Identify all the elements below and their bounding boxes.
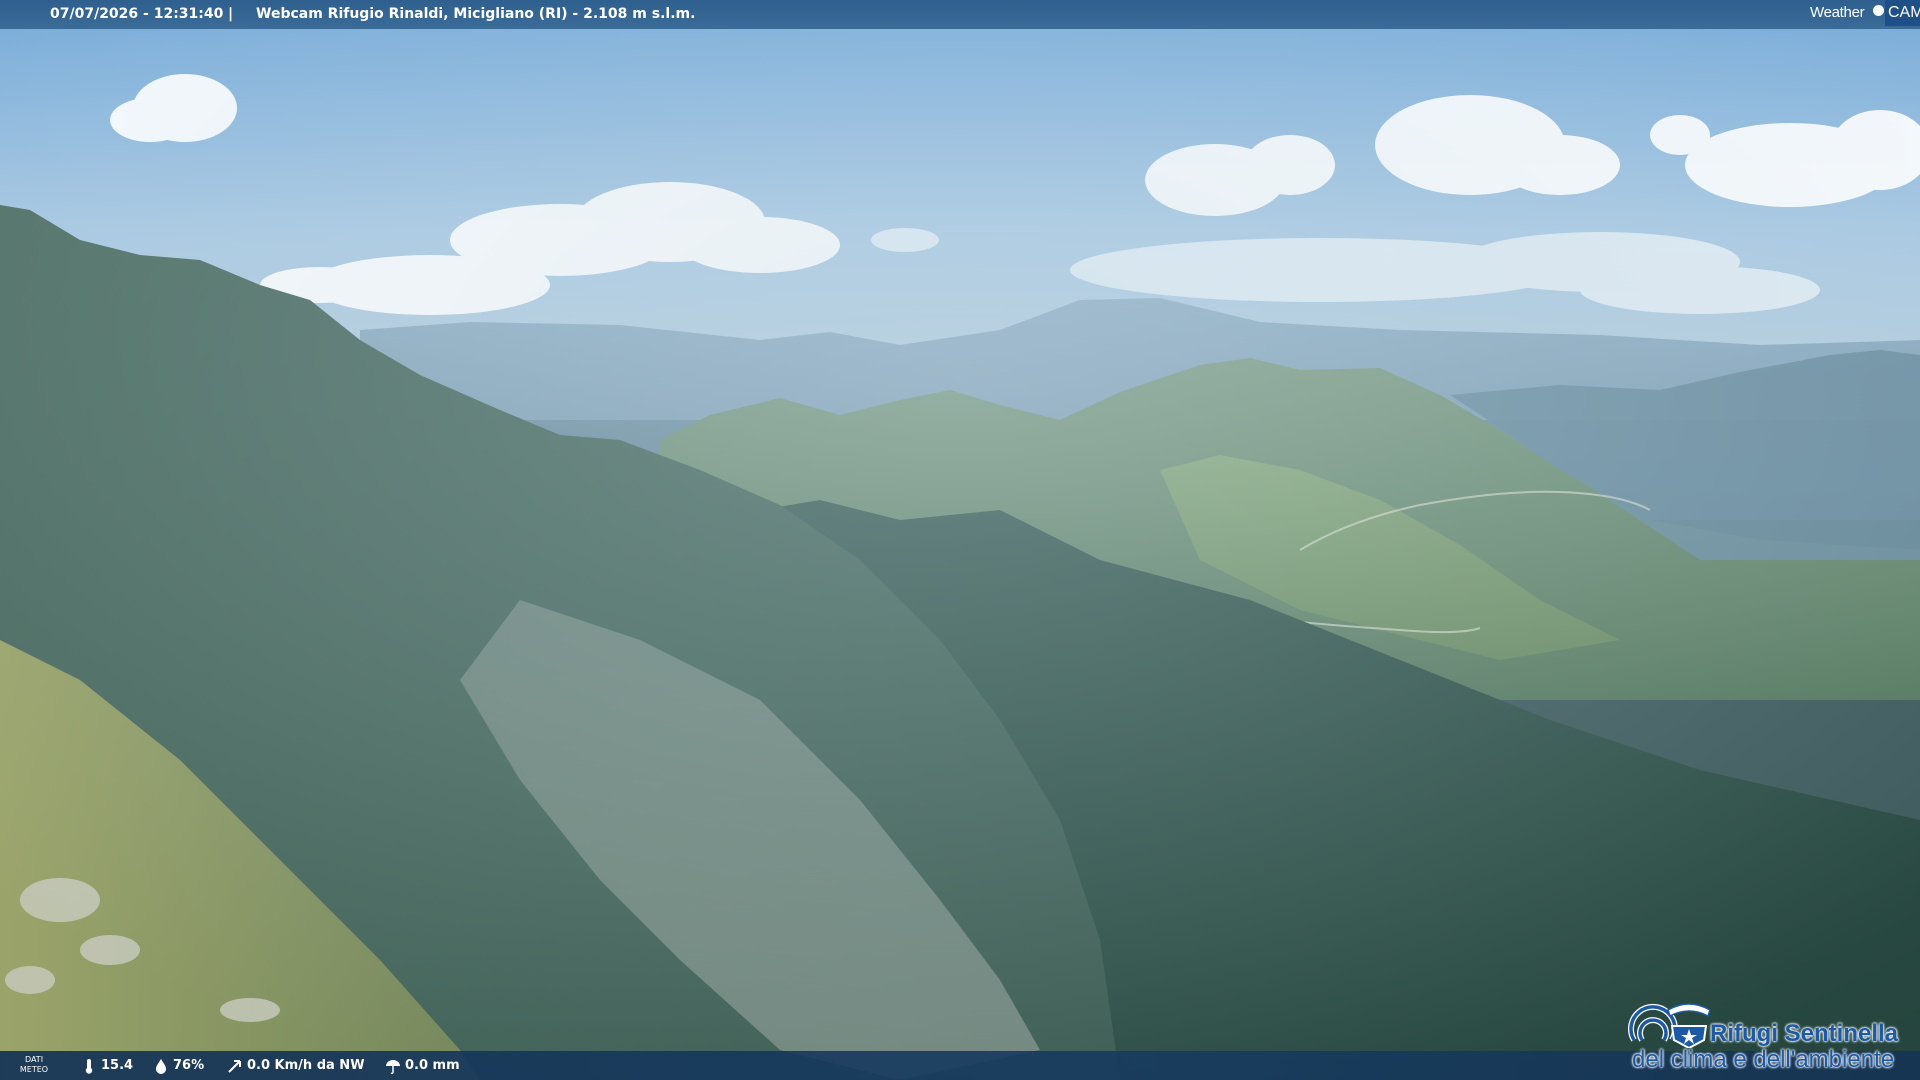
weathercam-logo-weather: Weather	[1810, 4, 1865, 21]
umbrella-icon	[386, 1059, 400, 1074]
caption-bar: 07/07/2026 - 12:31:40 | Webcam Rifugio R…	[0, 0, 1920, 29]
rifugi-sentinella-logo: Rifugi Sentinella del clima e dell'ambie…	[1624, 996, 1920, 1080]
humidity-reading: 76%	[152, 1051, 204, 1080]
wind-value: 0.0 Km/h da NW	[247, 1058, 365, 1073]
humidity-drop-icon	[156, 1058, 166, 1074]
caption-separator: |	[228, 6, 234, 22]
temperature-value: 15.4	[101, 1058, 134, 1073]
mountain-landscape-photo	[0, 0, 1920, 1080]
partner-logo-line1: Rifugi Sentinella	[1710, 1020, 1899, 1047]
humidity-value: 76%	[173, 1058, 205, 1073]
wind-reading: 0.0 Km/h da NW	[226, 1051, 365, 1080]
weathercam-logo-cam: CAM	[1888, 4, 1920, 21]
webcam-title: Webcam Rifugio Rinaldi, Micigliano (RI) …	[256, 6, 696, 22]
rain-reading: 0.0 mm	[384, 1051, 460, 1080]
wind-arrow-icon	[228, 1059, 241, 1073]
weather-data-label-line2: METEO	[19, 1065, 49, 1074]
weather-data-label-line1: DATI	[24, 1055, 44, 1064]
cnr-cai-emblem-icon	[1628, 1003, 1711, 1048]
weathercam-logo: Weather CAM	[1810, 0, 1920, 29]
thermometer-icon	[85, 1058, 93, 1074]
rain-value: 0.0 mm	[405, 1058, 460, 1073]
timestamp: 07/07/2026 - 12:31:40	[50, 6, 224, 22]
weather-data-label: DATI METEO	[14, 1055, 54, 1075]
weathercam-logo-dot-icon	[1873, 5, 1884, 16]
temperature-reading: 15.4	[80, 1051, 133, 1080]
partner-logo-line2: del clima e dell'ambiente	[1632, 1046, 1895, 1073]
